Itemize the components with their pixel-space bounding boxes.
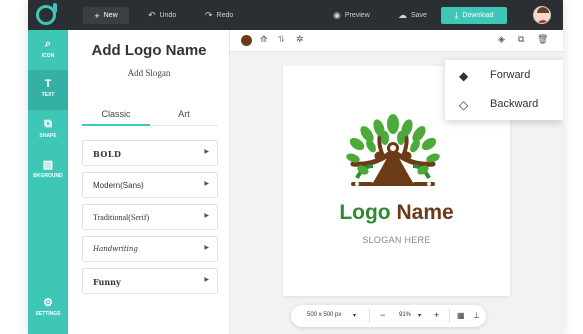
gear-icon: ⚙ [43,297,53,309]
divider [449,309,450,323]
backward-label: Backward [490,98,539,110]
sidebar: ⌕ ICON T TEXT ⧉ SHAPE ▨ BKGROUND ⚙ SETTI… [28,30,68,334]
chevron-down-icon[interactable]: ▾ [418,312,421,319]
logo-maker-app: + New ↶ Undo ↷ Redo ◉ Preview ☁ Save ⤓ D… [28,0,563,334]
zoom-out-button[interactable]: − [380,310,385,320]
shape-icon: ⧉ [44,118,52,130]
save-label: Save [411,12,427,19]
font-option-modern[interactable]: Modern(Sans) ▶ [82,172,218,198]
layers-forward-icon: ◆ [459,69,469,83]
undo-button[interactable]: ↶ Undo [148,7,176,24]
redo-label: Redo [216,12,234,19]
sidebar-item-settings[interactable]: ⚙ SETTINGS [28,288,68,328]
eye-icon: ◉ [333,10,341,20]
flip-horizontal-icon[interactable]: ⟰ [260,34,268,45]
font-option-label: Handwriting [93,245,138,253]
zoom-in-button[interactable]: + [434,310,439,320]
chevron-right-icon: ▶ [204,213,209,219]
text-icon: T [44,78,52,90]
sidebar-item-icon[interactable]: ⌕ ICON [28,30,68,70]
layers-icon[interactable]: ◈ [498,34,505,45]
duplicate-icon[interactable]: ⧉ [518,34,524,45]
save-button[interactable]: ☁ Save [398,7,427,24]
new-button[interactable]: + New [83,7,129,24]
background-icon: ▨ [42,159,54,171]
text-panel: Add Logo Name Add Slogan Classic Art BOL… [68,30,230,334]
forward-label: Forward [490,69,531,81]
chevron-right-icon: ▶ [204,245,209,251]
font-option-handwriting[interactable]: Handwriting ▶ [82,236,218,262]
top-bar: + New ↶ Undo ↷ Redo ◉ Preview ☁ Save ⤓ D… [28,0,563,30]
sidebar-item-label: SETTINGS [35,311,61,317]
align-icon[interactable]: ⊥ [473,311,480,320]
font-option-funny[interactable]: Funny ▶ [82,268,218,294]
flip-vertical-icon[interactable]: ⥮ [278,34,285,45]
magic-wand-icon[interactable]: ✲ [296,34,304,45]
app-logo [36,3,57,25]
canvas-size-select[interactable]: 500 x 500 px [307,312,341,318]
layer-menu: ◆ Forward ◇ Backward [445,60,563,120]
tab-classic[interactable]: Classic [82,106,150,126]
download-icon: ⤓ [454,10,459,20]
tab-art[interactable]: Art [150,106,218,126]
font-option-label: Funny [93,277,121,287]
sidebar-item-background[interactable]: ▨ BKGROUND [28,150,68,190]
bring-forward-item[interactable]: ◆ Forward [445,62,563,90]
undo-icon: ↶ [148,10,156,20]
redo-button[interactable]: ↷ Redo [205,7,233,24]
trash-icon[interactable]: 🗑 [537,34,548,45]
preview-button[interactable]: ◉ Preview [333,7,370,24]
plus-icon: + [94,10,100,21]
sidebar-item-text[interactable]: T TEXT [28,70,68,110]
search-icon: ⌕ [44,38,52,50]
download-label: Download [462,12,494,19]
chevron-down-icon[interactable]: ▾ [353,312,356,319]
cloud-upload-icon: ☁ [398,10,407,20]
sidebar-item-label: ICON [41,53,55,59]
zoom-level[interactable]: 91% [399,312,411,318]
new-label: New [103,12,118,19]
sidebar-item-label: SHAPE [39,133,57,139]
logo-word-1: Logo [339,201,391,224]
slogan-text[interactable]: SLOGAN HERE [283,235,510,245]
download-button[interactable]: ⤓ Download [441,7,507,24]
grid-icon[interactable]: ▦ [457,311,465,320]
undo-label: Undo [159,12,177,19]
context-toolbar: ⟰ ⥮ ✲ ◈ ⧉ 🗑 [230,30,563,52]
send-backward-item[interactable]: ◇ Backward [445,91,563,119]
font-option-label: Traditional(Serif) [93,213,150,222]
chevron-right-icon: ▶ [204,149,209,155]
sidebar-item-label: TEXT [41,92,55,98]
logo-name-text[interactable]: Logo Name [283,201,510,225]
user-avatar[interactable] [533,6,551,24]
canvas-bottom-bar: 500 x 500 px ▾ − 91% ▾ + ▦ ⊥ [291,305,486,327]
chevron-right-icon: ▶ [204,181,209,187]
sidebar-item-shape[interactable]: ⧉ SHAPE [28,110,68,150]
color-swatch[interactable] [241,35,252,46]
logo-word-2: Name [396,201,454,224]
chevron-right-icon: ▶ [204,277,209,283]
layers-backward-icon: ◇ [459,98,469,112]
redo-icon: ↷ [205,10,213,20]
font-option-bold[interactable]: BOLD ▶ [82,140,218,166]
add-logo-name[interactable]: Add Logo Name [68,42,230,59]
divider [369,309,370,323]
add-slogan[interactable]: Add Slogan [68,68,230,78]
font-tabs: Classic Art [82,106,218,126]
font-option-label: BOLD [93,149,122,159]
font-option-traditional[interactable]: Traditional(Serif) ▶ [82,204,218,230]
preview-label: Preview [344,12,370,19]
font-option-label: Modern(Sans) [93,181,144,190]
sidebar-item-label: BKGROUND [33,173,63,179]
